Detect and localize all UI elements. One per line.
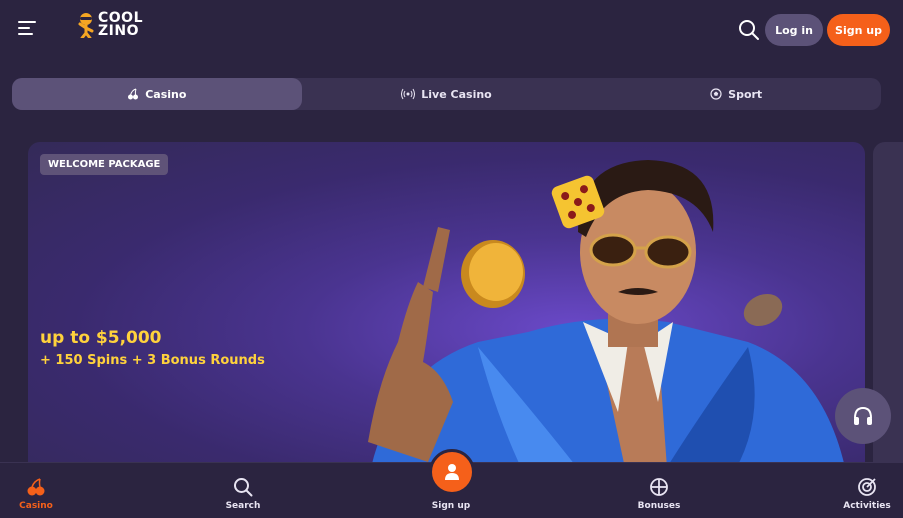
nav-label: Sign up	[431, 501, 471, 511]
nav-search[interactable]: Search	[198, 463, 288, 518]
category-tabs: Casino Live Casino Sport	[12, 78, 881, 110]
search-icon[interactable]	[738, 19, 760, 41]
search-icon	[234, 478, 253, 497]
nav-casino[interactable]: Casino	[0, 463, 81, 518]
broadcast-icon	[401, 88, 416, 100]
login-button[interactable]: Log in	[765, 14, 823, 46]
tab-label: Live Casino	[421, 87, 492, 101]
soccer-ball-icon	[710, 88, 722, 100]
nav-activities[interactable]: Activities	[822, 463, 903, 518]
nav-label: Casino	[19, 501, 53, 511]
tab-label: Sport	[728, 87, 763, 101]
promo-subtitle: + 150 Spins + 3 Bonus Rounds	[40, 353, 265, 368]
tab-sport[interactable]: Sport	[591, 78, 881, 110]
headset-icon	[854, 406, 872, 425]
welcome-badge: WELCOME PACKAGE	[40, 154, 169, 175]
hero-illustration	[368, 160, 848, 482]
nav-label: Activities	[843, 501, 891, 511]
signup-button[interactable]: Sign up	[827, 14, 890, 46]
logo-text-line2: ZINO	[98, 23, 139, 39]
promo-banner[interactable]: WELCOME PACKAGE up to $5,000 + 150 Spins…	[28, 142, 865, 482]
tab-label: Casino	[145, 87, 187, 101]
gift-icon	[650, 478, 668, 496]
target-icon	[858, 478, 876, 496]
logo-mascot-icon	[78, 13, 94, 38]
cherry-icon	[27, 478, 45, 496]
cherry-icon	[128, 88, 139, 100]
signup-fab[interactable]	[429, 449, 475, 495]
tab-casino[interactable]: Casino	[12, 78, 302, 110]
nav-label: Bonuses	[637, 501, 681, 511]
logo[interactable]: COOL ZINO	[76, 11, 143, 39]
support-button[interactable]	[835, 388, 891, 444]
nav-label: Search	[225, 501, 261, 511]
menu-icon[interactable]	[18, 21, 38, 39]
tab-live-casino[interactable]: Live Casino	[302, 78, 592, 110]
user-icon	[445, 464, 459, 480]
nav-bonuses[interactable]: Bonuses	[614, 463, 704, 518]
top-header: COOL ZINO Log in Sign up	[0, 0, 903, 62]
promo-amount: up to $5,000	[40, 328, 162, 348]
